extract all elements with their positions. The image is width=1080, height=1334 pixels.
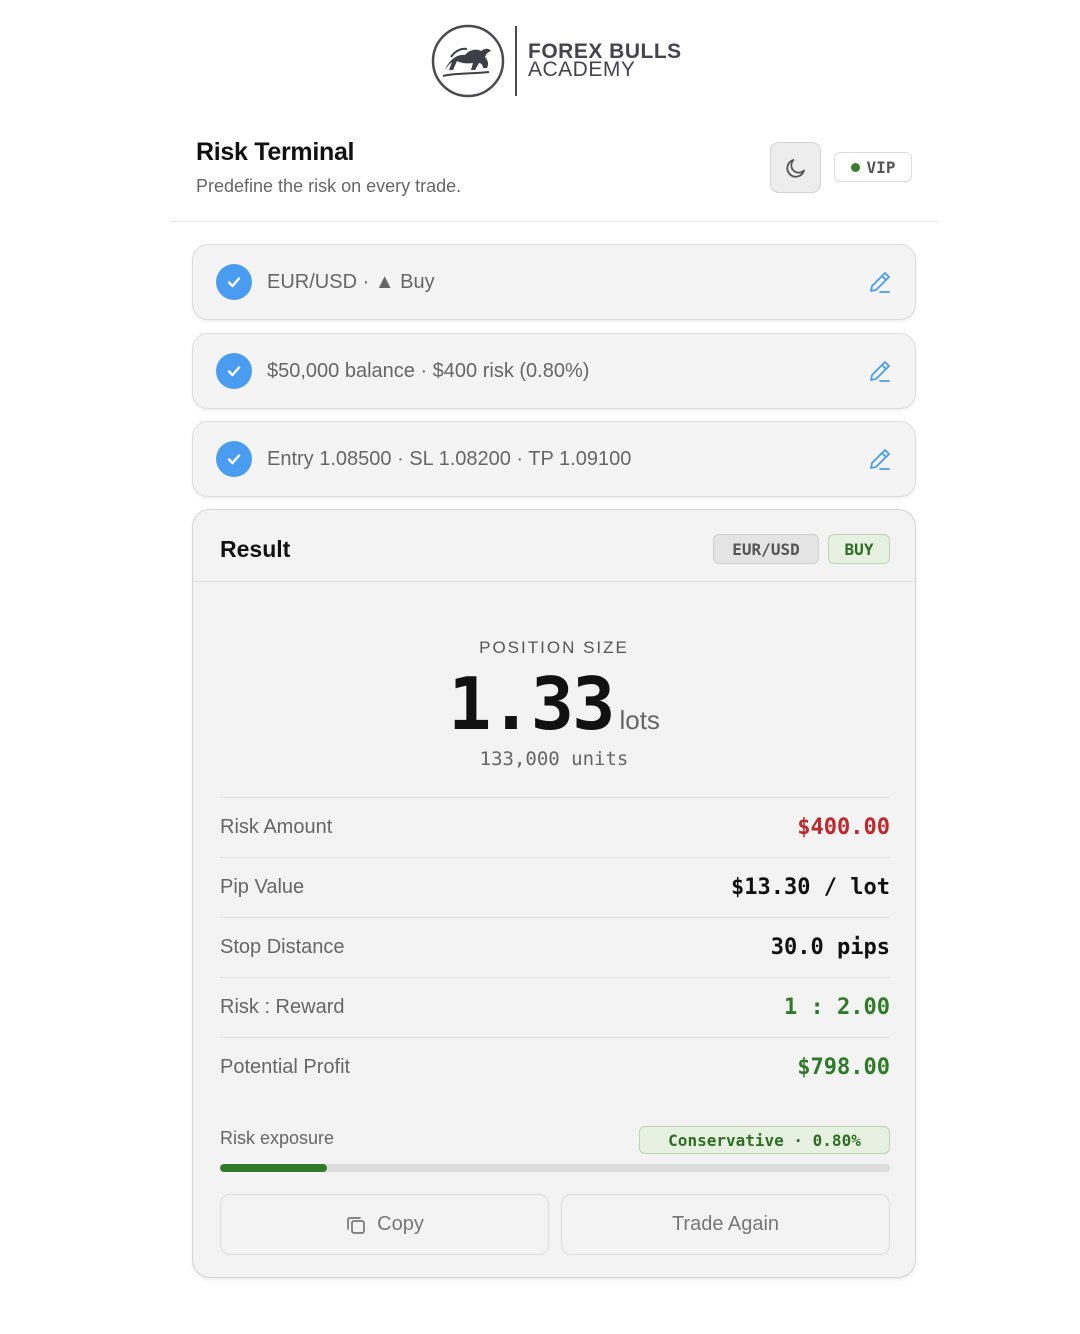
side-tag: BUY [828,534,890,564]
result-title: Result [220,536,291,562]
metric-value: $400.00 [797,815,890,840]
check-icon [216,441,252,477]
position-size-value: 1.33 [448,662,615,746]
risk-exposure-badge: Conservative · 0.80% [639,1126,890,1154]
pencil-icon[interactable] [867,358,893,384]
metric-label: Potential Profit [220,1056,351,1078]
step-levels-text: Entry 1.08500 · SL 1.08200 · TP 1.09100 [267,447,632,470]
metric-potential-profit: Potential Profit $798.00 [220,1037,890,1097]
brand-name-line2: ACADEMY [528,58,636,81]
brand-logo: FOREX BULLS ACADEMY [431,24,682,98]
risk-terminal-page: FOREX BULLS ACADEMY Risk Terminal Predef… [0,0,1080,1334]
metric-value: 1 : 2.00 [784,995,890,1020]
risk-exposure-bar-fill [220,1164,328,1172]
logo-divider [515,26,517,96]
risk-exposure-label: Risk exposure [220,1128,335,1148]
step-pair[interactable]: EUR/USD · ▲ Buy [192,244,916,320]
metric-risk-amount: Risk Amount $400.00 [220,797,890,857]
result-header: Result EUR/USD BUY [193,510,915,582]
risk-exposure-bar [220,1164,890,1172]
pencil-icon[interactable] [867,446,893,472]
copy-button[interactable]: Copy [220,1194,549,1255]
pair-tag: EUR/USD [713,534,819,564]
metric-value: $798.00 [797,1055,890,1080]
step-account[interactable]: $50,000 balance · $400 risk (0.80%) [192,333,916,409]
status-dot [850,162,860,172]
moon-icon [785,158,805,178]
vip-badge: VIP [834,152,912,182]
metric-risk-reward: Risk : Reward 1 : 2.00 [220,977,890,1037]
metric-value: 30.0 pips [770,935,890,960]
position-size-unit: lots [619,705,660,735]
result-card: Result EUR/USD BUY POSITION SIZE 1.33 lot… [192,509,916,1278]
position-units: 133,000 units [479,748,629,770]
copy-icon [347,1216,365,1234]
metric-label: Stop Distance [220,936,345,958]
metric-label: Pip Value [220,876,305,898]
trade-again-button[interactable]: Trade Again [561,1194,890,1255]
page-title: Risk Terminal [196,138,355,166]
step-pair-text: EUR/USD · ▲ Buy [267,270,435,293]
result-metrics: Risk Amount $400.00 Pip Value $13.30 / l… [220,797,890,1097]
step-account-text: $50,000 balance · $400 risk (0.80%) [267,359,590,382]
metric-label: Risk Amount [220,816,333,838]
metric-value: $13.30 / lot [731,875,890,900]
position-size: 1.33 lots [193,662,915,746]
trade-again-button-label: Trade Again [671,1213,780,1235]
position-size-label: POSITION SIZE [479,638,629,657]
theme-toggle-button[interactable] [770,142,821,193]
check-icon [216,353,252,389]
pencil-icon[interactable] [867,269,893,295]
brand-name: FOREX BULLS ACADEMY [528,41,682,81]
vip-label: VIP [866,157,896,177]
metric-stop-distance: Stop Distance 30.0 pips [220,917,890,977]
copy-button-label: Copy [377,1213,424,1235]
page-subtitle: Predefine the risk on every trade. [196,176,462,196]
bull-logo-icon [431,24,505,98]
header-divider [170,221,938,222]
metric-pip-value: Pip Value $13.30 / lot [220,857,890,917]
check-icon [216,264,252,300]
metric-label: Risk : Reward [220,996,345,1018]
step-levels[interactable]: Entry 1.08500 · SL 1.08200 · TP 1.09100 [192,421,916,497]
